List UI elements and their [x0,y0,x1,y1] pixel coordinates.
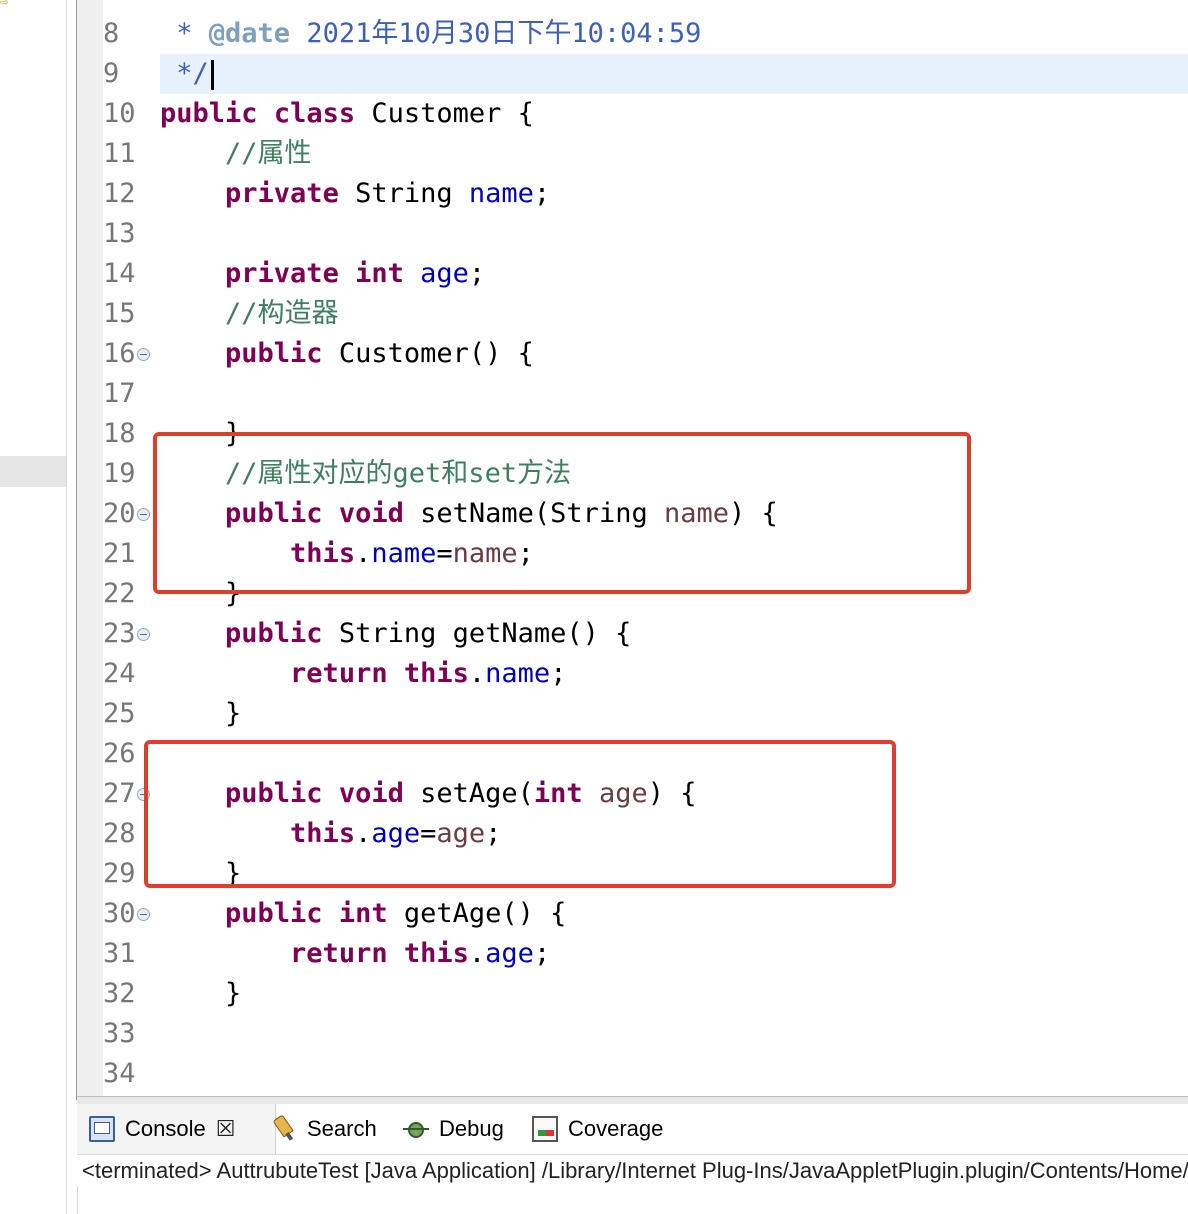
line-number: 9 [103,58,120,89]
tab-coverage[interactable]: Coverage [532,1104,663,1154]
line-number: 16 [103,338,136,369]
code-line[interactable]: public Customer() { [160,334,534,374]
collapse-icon[interactable] [137,628,150,641]
tab-console-label: Console [125,1116,206,1141]
line-number: 13 [103,218,136,249]
line-number: 12 [103,178,136,209]
close-icon[interactable]: ☒ [216,1116,236,1142]
code-line[interactable]: //属性 [160,134,312,174]
console-status-line: <terminated> AuttrubuteTest [Java Applic… [82,1158,1188,1183]
highlight-box-setage [144,740,896,888]
console-tab-bar: Console ☒ Search Debug Coverage [77,1104,1188,1155]
tab-console[interactable]: Console ☒ [77,1104,276,1154]
coverage-icon [532,1116,558,1142]
line-number: 25 [103,698,136,729]
highlight-box-setname [153,432,971,594]
code-line[interactable]: */ [160,54,214,94]
collapse-icon[interactable] [137,908,150,921]
collapse-icon[interactable] [137,348,150,361]
line-number: 11 [103,138,136,169]
code-line[interactable]: } [160,694,241,734]
console-icon [89,1116,115,1142]
warning-marker-icon: ⇨ [0,0,9,10]
line-number: 15 [103,298,136,329]
tab-search-label: Search [307,1116,377,1141]
line-number: 34 [103,1058,136,1089]
editor-gutter [77,0,103,1096]
debug-icon [403,1116,429,1142]
collapse-icon[interactable] [137,508,150,521]
tab-search[interactable]: Search [271,1104,377,1154]
code-line[interactable]: * @date 2021年10月30日下午10:04:59 [160,14,701,54]
tab-debug[interactable]: Debug [403,1104,504,1154]
current-line-highlight [160,54,1188,94]
line-number: 8 [103,18,120,49]
line-number: 31 [103,938,136,969]
tab-coverage-label: Coverage [568,1116,664,1141]
code-line[interactable]: private String name; [160,174,550,214]
console-output-area[interactable] [77,1186,1188,1214]
line-number: 30 [103,898,136,929]
line-number: 24 [103,658,136,689]
code-line[interactable]: return this.name; [160,654,566,694]
left-panel-selected-row[interactable] [0,456,66,487]
code-line[interactable]: private int age; [160,254,485,294]
line-number: 32 [103,978,136,1009]
line-number: 23 [103,618,136,649]
code-line[interactable]: public class Customer { [160,94,534,134]
line-number: 10 [103,98,136,129]
code-line[interactable]: //构造器 [160,294,339,334]
text-caret [210,59,214,90]
code-line[interactable]: } [160,974,241,1014]
left-panel-strip: ⇨ [0,0,67,1214]
line-number: 33 [103,1018,136,1049]
tab-debug-label: Debug [439,1116,504,1141]
line-number: 17 [103,378,136,409]
code-line[interactable]: public String getName() { [160,614,631,654]
code-line[interactable]: return this.age; [160,934,550,974]
line-number: 14 [103,258,136,289]
search-icon [266,1111,302,1147]
code-line[interactable]: public int getAge() { [160,894,566,934]
